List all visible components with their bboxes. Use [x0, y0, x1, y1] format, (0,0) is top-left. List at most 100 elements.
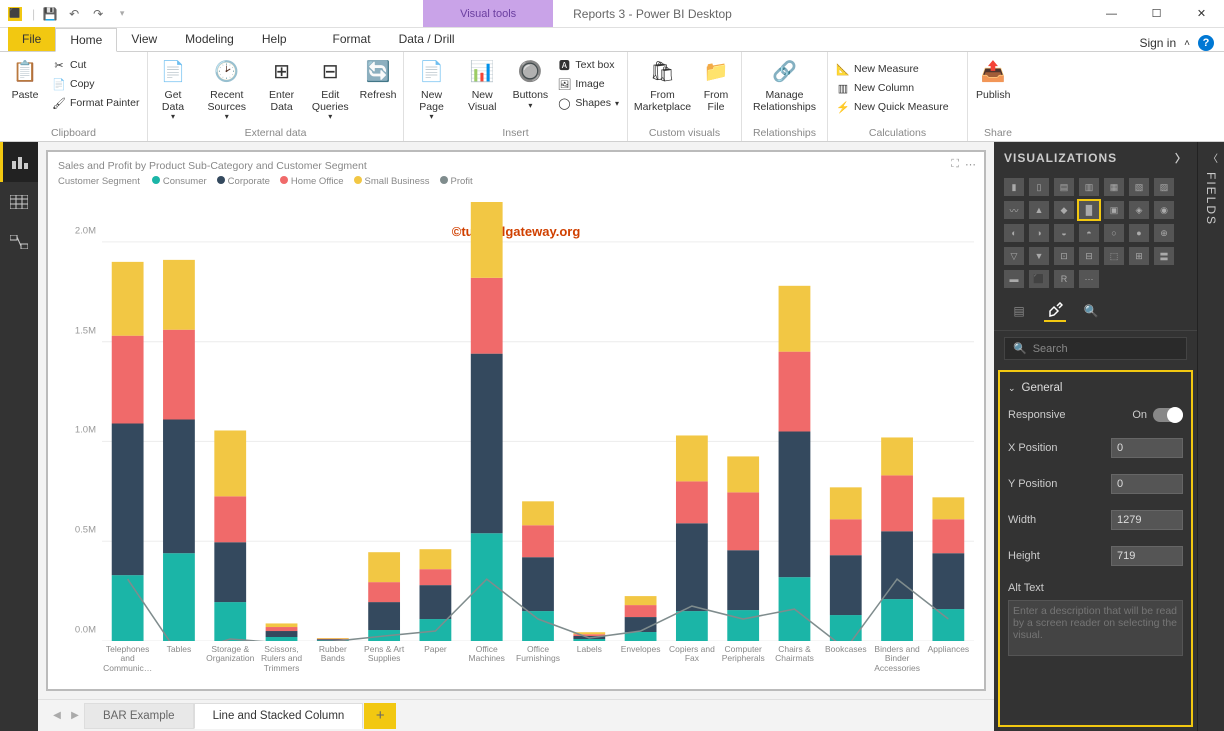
alt-text-input[interactable] [1008, 600, 1183, 656]
data-view-button[interactable] [0, 182, 38, 222]
new-visual-button[interactable]: 📊New Visual [457, 54, 507, 115]
height-input[interactable] [1111, 546, 1183, 566]
viz-type-icon[interactable]: ▧ [1129, 178, 1149, 196]
tab-file[interactable]: File [8, 27, 55, 51]
viz-type-icon[interactable]: ◉ [1154, 201, 1174, 219]
focus-mode-icon[interactable]: ⛶ [951, 158, 959, 171]
viz-type-icon[interactable]: ⊡ [1054, 247, 1074, 265]
x-position-input[interactable] [1111, 438, 1183, 458]
tab-modeling[interactable]: Modeling [171, 27, 248, 51]
viz-type-icon[interactable]: ⊕ [1154, 224, 1174, 242]
viz-type-icon[interactable]: ◐ [1004, 224, 1024, 242]
viz-type-icon[interactable]: ◒ [1054, 224, 1074, 242]
report-view-button[interactable] [0, 142, 38, 182]
page-tab-bar[interactable]: BAR Example [84, 703, 194, 729]
more-options-icon[interactable]: ⋯ [965, 158, 976, 171]
analytics-mode-icon[interactable]: 🔍 [1080, 300, 1102, 322]
viz-type-icon[interactable]: ● [1129, 224, 1149, 242]
tab-view[interactable]: View [117, 27, 171, 51]
collapse-viz-icon[interactable]: 〉 [1175, 150, 1187, 166]
viz-type-icon[interactable]: R [1054, 270, 1074, 288]
chevron-up-icon[interactable]: ˄ [1184, 38, 1190, 49]
page-tab-line[interactable]: Line and Stacked Column [194, 703, 364, 729]
from-file-button[interactable]: 📁From File [695, 54, 737, 115]
viz-type-icon[interactable]: ⬛ [1029, 270, 1049, 288]
viz-type-icon[interactable]: ▥ [1079, 178, 1099, 196]
width-input[interactable] [1111, 510, 1183, 530]
viz-type-icon[interactable]: ▨ [1154, 178, 1174, 196]
format-painter-button[interactable]: 🖌Format Painter [48, 94, 143, 112]
minimize-button[interactable]: — [1089, 0, 1134, 28]
viz-type-icon[interactable]: ◆ [1054, 201, 1074, 219]
manage-relationships-button[interactable]: 🔗Manage Relationships [746, 54, 823, 115]
save-icon[interactable]: 💾 [39, 3, 61, 25]
x-axis: Telephones and Communic…TablesStorage & … [102, 645, 974, 689]
new-quick-measure-button[interactable]: ⚡New Quick Measure [832, 98, 953, 116]
buttons-button[interactable]: 🔘Buttons▾ [509, 54, 551, 112]
y-position-input[interactable] [1111, 474, 1183, 494]
format-search[interactable]: 🔍Search [1004, 337, 1187, 360]
viz-type-icon[interactable]: ⋯ [1079, 270, 1099, 288]
new-measure-button[interactable]: 📐New Measure [832, 60, 953, 78]
tab-format[interactable]: Format [319, 27, 385, 51]
from-marketplace-button[interactable]: 🛍From Marketplace [632, 54, 693, 115]
visual-tools-tab[interactable]: Visual tools [423, 0, 553, 27]
image-button[interactable]: 🖼Image [553, 75, 623, 93]
format-mode-icon[interactable] [1044, 300, 1066, 322]
page-prev-button[interactable]: ◀ [48, 706, 66, 726]
viz-type-icon[interactable]: 〰 [1004, 201, 1024, 219]
help-icon[interactable]: ? [1198, 35, 1214, 51]
shapes-button[interactable]: ◯Shapes▾ [553, 94, 623, 112]
viz-type-icon[interactable]: ◑ [1029, 224, 1049, 242]
expand-fields-icon[interactable]: 〈 [1208, 150, 1218, 165]
tab-home[interactable]: Home [55, 28, 117, 52]
redo-icon[interactable]: ↷ [87, 3, 109, 25]
new-page-button[interactable]: 📄New Page▾ [408, 54, 455, 124]
text-box-button[interactable]: 🅰Text box [553, 56, 623, 74]
add-page-button[interactable]: + [364, 703, 396, 729]
model-view-button[interactable] [0, 222, 38, 262]
general-section-header[interactable]: ⌄General [1008, 382, 1183, 394]
responsive-toggle[interactable]: On [1132, 408, 1183, 422]
refresh-button[interactable]: 🔄Refresh [357, 54, 399, 104]
viz-type-icon[interactable]: ▽ [1004, 247, 1024, 265]
fields-pane-collapsed[interactable]: 〈 FIELDS [1198, 142, 1224, 731]
undo-icon[interactable]: ↶ [63, 3, 85, 25]
new-column-button[interactable]: ▥New Column [832, 79, 953, 97]
enter-data-button[interactable]: ⊞Enter Data [260, 54, 304, 115]
viz-type-icon[interactable]: ▤ [1054, 178, 1074, 196]
viz-type-icon[interactable]: ⊟ [1079, 247, 1099, 265]
maximize-button[interactable]: ☐ [1134, 0, 1179, 28]
get-data-button[interactable]: 📄Get Data▾ [152, 54, 194, 124]
viz-type-icon[interactable]: ⬚ [1104, 247, 1124, 265]
tab-datadrill[interactable]: Data / Drill [385, 27, 469, 51]
sign-in-link[interactable]: Sign in [1139, 36, 1176, 50]
viz-type-icon[interactable]: █ [1079, 201, 1099, 219]
viz-type-icon[interactable]: 〓 [1154, 247, 1174, 265]
tab-help[interactable]: Help [248, 27, 301, 51]
page-next-button[interactable]: ▶ [66, 706, 84, 726]
edit-queries-button[interactable]: ⊟Edit Queries▾ [306, 54, 355, 124]
viz-type-icon[interactable]: ⊞ [1129, 247, 1149, 265]
viz-type-icon[interactable]: ▬ [1004, 270, 1024, 288]
viz-type-icon[interactable]: ▦ [1104, 178, 1124, 196]
chart-visual[interactable]: ⛶ ⋯ Sales and Profit by Product Sub-Cate… [46, 150, 986, 691]
viz-type-icon[interactable]: ▼ [1029, 247, 1049, 265]
copy-button[interactable]: 📄Copy [48, 75, 143, 93]
viz-type-icon[interactable]: ▲ [1029, 201, 1049, 219]
report-canvas[interactable]: ⛶ ⋯ Sales and Profit by Product Sub-Cate… [38, 142, 994, 699]
chevron-down-icon: ⌄ [1008, 383, 1016, 394]
viz-type-icon[interactable]: ◓ [1079, 224, 1099, 242]
close-button[interactable]: ✕ [1179, 0, 1224, 28]
fields-mode-icon[interactable]: ▤ [1008, 300, 1030, 322]
publish-button[interactable]: 📤Publish [972, 54, 1014, 104]
viz-type-icon[interactable]: ◈ [1129, 201, 1149, 219]
viz-type-icon[interactable]: ▣ [1104, 201, 1124, 219]
viz-type-icon[interactable]: ○ [1104, 224, 1124, 242]
paste-button[interactable]: 📋Paste [4, 54, 46, 104]
recent-sources-button[interactable]: 🕑Recent Sources▾ [196, 54, 258, 124]
cut-button[interactable]: ✂Cut [48, 56, 143, 74]
viz-type-icon[interactable]: ▮ [1004, 178, 1024, 196]
left-nav [0, 142, 38, 731]
viz-type-icon[interactable]: ▯ [1029, 178, 1049, 196]
